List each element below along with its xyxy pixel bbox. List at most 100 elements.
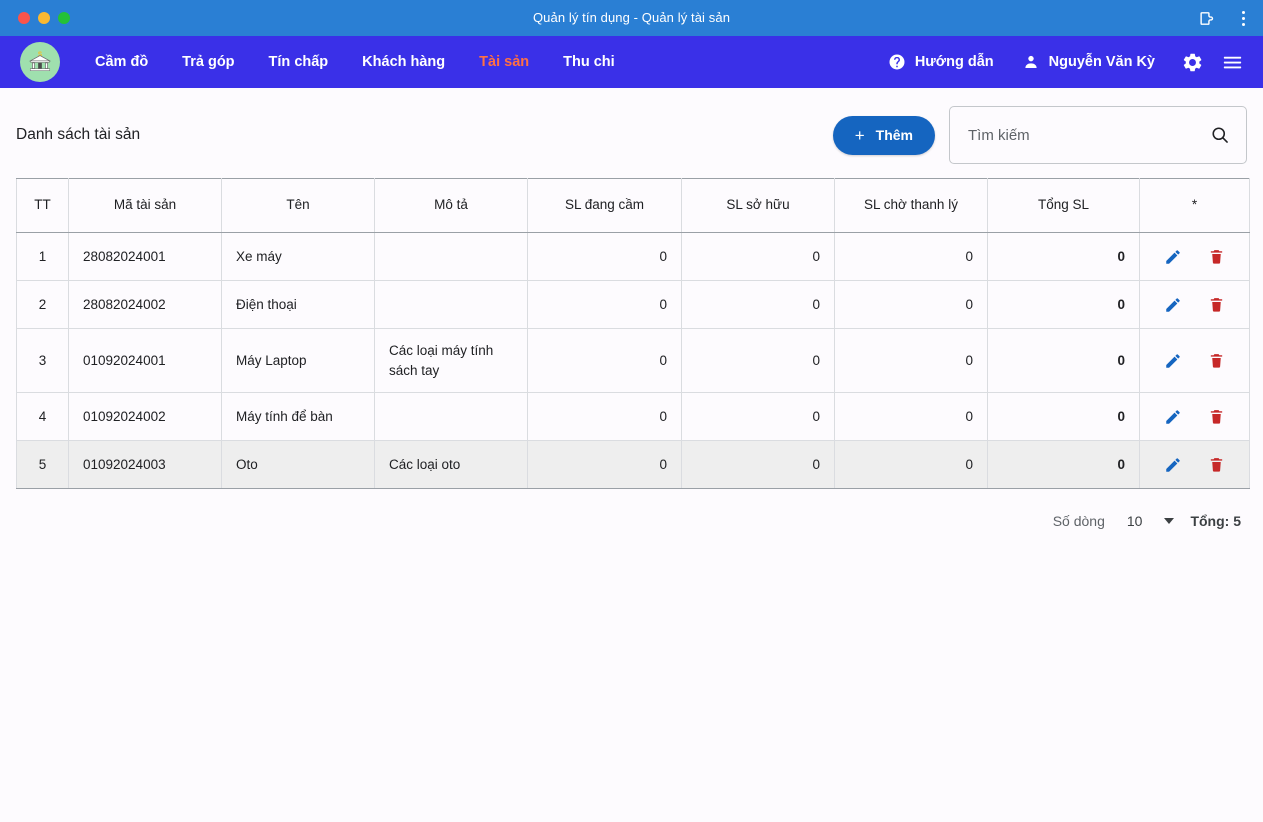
rows-per-page-value: 10 [1126,513,1143,530]
cell-mo-ta: Các loại máy tính sách tay [374,327,528,394]
trash-icon[interactable] [1206,454,1228,476]
column-header-ma-tai-san[interactable]: Mã tài sản [68,178,222,233]
table-footer: Số dòng 10 Tổng: 5 [16,489,1247,529]
cell-sl-cho-thanh-ly: 0 [834,232,988,281]
nav-link-thu-chi[interactable]: Thu chi [546,46,632,78]
cell-sl-cho-thanh-ly: 0 [834,327,988,394]
table-row[interactable]: 5 01092024003 Oto Các loại oto 0 0 0 0 [16,440,1250,490]
window-maximize-button[interactable] [58,12,70,24]
cell-tt: 3 [16,327,69,394]
more-vertical-icon[interactable] [1233,7,1253,29]
cell-sl-dang-cam: 0 [527,327,682,394]
column-header-sl-cho-thanh-ly[interactable]: SL chờ thanh lý [834,178,988,233]
pencil-icon[interactable] [1162,406,1184,428]
cell-sl-so-huu: 0 [681,280,835,329]
nav-link-tin-chap[interactable]: Tín chấp [252,46,346,78]
cell-actions [1139,392,1250,442]
add-button-label: Thêm [875,127,913,143]
cell-sl-so-huu: 0 [681,232,835,281]
search-icon[interactable] [1210,125,1230,145]
cell-actions [1139,327,1250,394]
column-header-mo-ta[interactable]: Mô tả [374,178,528,233]
cell-sl-so-huu: 0 [681,392,835,442]
help-guide-label: Hướng dẫn [914,54,994,70]
cell-ten: Máy Laptop [221,327,375,394]
column-header-tt[interactable]: TT [16,178,69,233]
window-close-button[interactable] [18,12,30,24]
bank-logo-icon[interactable]: $ [20,42,60,82]
pencil-icon[interactable] [1162,294,1184,316]
nav-link-cam-do[interactable]: Cầm đồ [78,46,165,78]
nav-link-tra-gop[interactable]: Trả góp [165,46,251,78]
column-header-sl-dang-cam[interactable]: SL đang cầm [527,178,682,233]
add-button[interactable]: + Thêm [832,115,935,155]
cell-ma-tai-san: 01092024003 [68,440,222,490]
cell-sl-so-huu: 0 [681,440,835,490]
help-guide-button[interactable]: Hướng dẫn [874,47,1008,77]
cell-actions [1139,232,1250,281]
cell-tong-sl: 0 [987,232,1140,281]
pencil-icon[interactable] [1162,454,1184,476]
cell-mo-ta [374,232,528,281]
nav-links: Cầm đồ Trả góp Tín chấp Khách hàng Tài s… [78,46,632,78]
cell-tt: 5 [16,440,69,490]
window-title: Quản lý tín dụng - Quản lý tài sản [532,10,731,25]
cell-sl-dang-cam: 0 [527,232,682,281]
trash-icon[interactable] [1206,294,1228,316]
header-actions: + Thêm [832,106,1247,164]
cell-sl-so-huu: 0 [681,327,835,394]
cell-tt: 4 [16,392,69,442]
extensions-icon[interactable] [1197,7,1217,29]
table-row[interactable]: 3 01092024001 Máy Laptop Các loại máy tí… [16,327,1250,394]
cell-sl-cho-thanh-ly: 0 [834,392,988,442]
help-circle-icon [888,53,906,71]
user-account-button[interactable]: Nguyễn Văn Kỳ [1008,47,1169,77]
gear-icon[interactable] [1175,45,1209,79]
table-row[interactable]: 1 28082024001 Xe máy 0 0 0 0 [16,232,1250,281]
table-row[interactable]: 2 28082024002 Điện thoại 0 0 0 0 [16,280,1250,329]
cell-tong-sl: 0 [987,280,1140,329]
page-title: Danh sách tài sản [16,126,141,143]
main-navbar: $ Cầm đồ Trả góp Tín chấp Khách hàng Tài… [0,36,1263,88]
table-header: TT Mã tài sản Tên Mô tả SL đang cầm SL s… [16,178,1250,233]
total-count-label: Tổng: 5 [1190,513,1241,530]
column-header-tong-sl[interactable]: Tổng SL [987,178,1140,233]
hamburger-icon[interactable] [1215,45,1249,79]
window-controls [18,12,70,24]
cell-mo-ta: Các loại oto [374,440,528,490]
table-row[interactable]: 4 01092024002 Máy tính để bàn 0 0 0 0 [16,392,1250,442]
nav-link-khach-hang[interactable]: Khách hàng [345,46,462,78]
cell-ma-tai-san: 01092024001 [68,327,222,394]
window-minimize-button[interactable] [38,12,50,24]
cell-ma-tai-san: 28082024001 [68,232,222,281]
cell-actions [1139,440,1250,490]
nav-link-tai-san[interactable]: Tài sản [462,46,546,78]
cell-tong-sl: 0 [987,440,1140,490]
cell-ten: Điện thoại [221,280,375,329]
trash-icon[interactable] [1206,246,1228,268]
cell-tong-sl: 0 [987,327,1140,394]
pencil-icon[interactable] [1162,246,1184,268]
cell-sl-cho-thanh-ly: 0 [834,280,988,329]
table-header-row: TT Mã tài sản Tên Mô tả SL đang cầm SL s… [16,178,1250,233]
cell-mo-ta [374,392,528,442]
search-input[interactable] [968,126,1210,144]
cell-sl-dang-cam: 0 [527,280,682,329]
search-box[interactable] [949,106,1247,164]
column-header-actions[interactable]: * [1139,178,1250,233]
cell-ten: Oto [221,440,375,490]
rows-per-page-select[interactable]: 10 [1127,513,1175,529]
column-header-ten[interactable]: Tên [221,178,375,233]
cell-ten: Máy tính để bàn [221,392,375,442]
trash-icon[interactable] [1206,350,1228,372]
cell-sl-dang-cam: 0 [527,440,682,490]
column-header-sl-so-huu[interactable]: SL sở hữu [681,178,835,233]
cell-ma-tai-san: 28082024002 [68,280,222,329]
cell-ten: Xe máy [221,232,375,281]
titlebar-actions [1197,7,1253,29]
trash-icon[interactable] [1206,406,1228,428]
table-body: 1 28082024001 Xe máy 0 0 0 0 2 280820240… [16,232,1250,490]
person-icon [1022,53,1040,71]
pencil-icon[interactable] [1162,350,1184,372]
cell-tt: 2 [16,280,69,329]
